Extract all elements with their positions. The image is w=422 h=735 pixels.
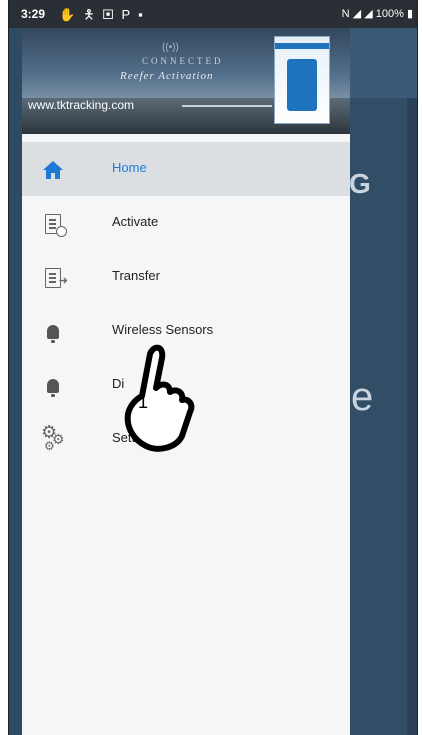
wifi-logo-icon: ((•))	[162, 42, 179, 53]
wifi-icon: ◢	[352, 8, 362, 20]
notification-icons: ✋🯅▣P▪	[59, 6, 151, 28]
bell-icon	[40, 319, 66, 345]
menu-item-label: Transfer	[112, 268, 160, 283]
signal-icon: ◢	[364, 8, 373, 20]
brand-line2: Reefer Activation	[120, 70, 214, 82]
app-side-panel	[407, 98, 417, 735]
product-box-image	[274, 36, 330, 124]
pointer-step-number: 1	[138, 392, 149, 412]
battery-icon: ▮	[406, 8, 413, 20]
gears-icon: ⚙ ⚙ ⚙	[41, 422, 65, 453]
battery-text: 100%	[375, 8, 404, 20]
menu-item-home[interactable]: Home	[22, 142, 350, 196]
hand-icon: ✋	[59, 7, 84, 22]
brand-line1: CONNECTED	[142, 56, 224, 66]
header-divider	[182, 105, 272, 107]
background-text-e: e	[351, 375, 374, 419]
header-url: www.tktracking.com	[28, 98, 135, 112]
menu-item-label: Activate	[112, 214, 159, 229]
status-bar: 3:29 ✋🯅▣P▪ N ◢ ◢ 100% ▮	[9, 0, 417, 28]
n-icon: N	[341, 8, 350, 20]
document-transfer-icon: ➜	[40, 265, 68, 291]
status-time: 3:29	[21, 7, 46, 21]
tap-pointer-icon	[124, 344, 195, 452]
tablet-icon: ▣	[102, 7, 122, 22]
system-icons: N ◢ ◢ 100% ▮	[342, 7, 413, 20]
p-icon: P	[121, 7, 139, 22]
background-text-g: G	[349, 168, 371, 199]
home-icon	[40, 157, 66, 183]
image-icon: ▪	[138, 7, 151, 22]
menu-item-activate[interactable]: Activate	[22, 196, 350, 250]
menu-item-transfer[interactable]: ➜ Transfer	[22, 250, 350, 304]
document-check-icon	[40, 211, 67, 237]
drawer-header: ((•)) CONNECTED Reefer Activation www.tk…	[22, 28, 350, 134]
menu-item-label: Home	[112, 160, 147, 175]
bell-icon	[40, 373, 66, 399]
person-icon: 🯅	[83, 7, 103, 22]
phone-screen: G e 3:29 ✋🯅▣P▪ N ◢ ◢ 100% ▮ ((•)) CONNEC…	[8, 0, 418, 735]
app-toolbar	[339, 28, 417, 98]
menu-item-label: Wireless Sensors	[112, 322, 214, 337]
